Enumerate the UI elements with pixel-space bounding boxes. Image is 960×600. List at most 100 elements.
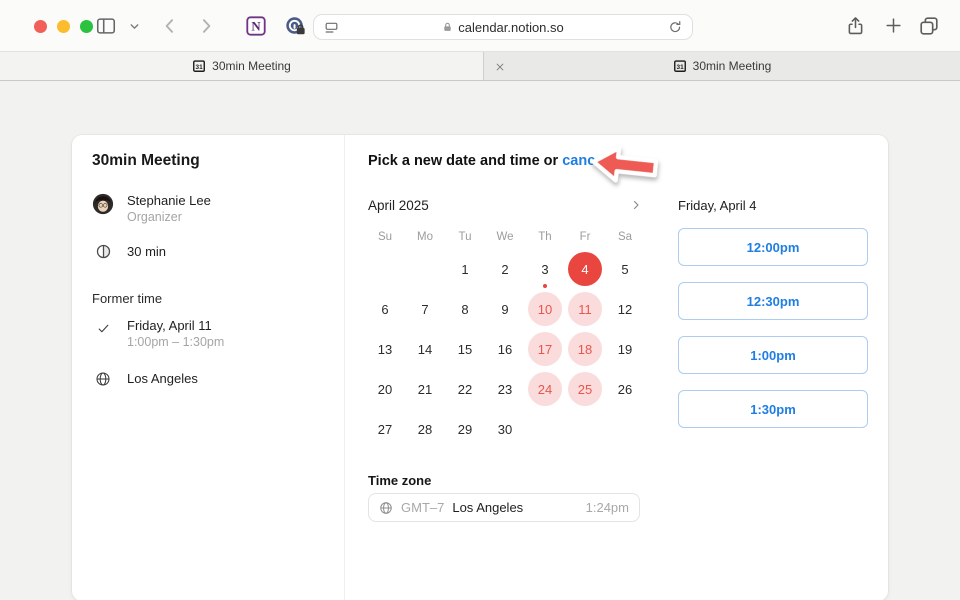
- month-label: April 2025: [368, 198, 429, 213]
- close-window-button[interactable]: [34, 20, 47, 33]
- sidebar-toggle-icon[interactable]: [95, 15, 117, 37]
- svg-text:N: N: [251, 20, 261, 34]
- former-date: Friday, April 11: [127, 318, 224, 334]
- timezone-offset: GMT–7: [401, 500, 444, 515]
- calendar-day: 26: [605, 369, 645, 409]
- time-slot-button[interactable]: 12:30pm: [678, 282, 868, 320]
- meeting-info-panel: 30min Meeting Stephanie Lee Orga: [72, 135, 345, 600]
- svg-text:31: 31: [676, 64, 684, 71]
- calendar-day: 1: [445, 249, 485, 289]
- forward-button[interactable]: [196, 16, 216, 36]
- booking-card: 30min Meeting Stephanie Lee Orga: [72, 135, 888, 600]
- calendar-empty-cell: [365, 249, 405, 289]
- calendar-day[interactable]: 4: [565, 249, 605, 289]
- weekday-label: Sa: [605, 229, 645, 245]
- former-time-row: Friday, April 11 1:00pm – 1:30pm: [92, 318, 224, 350]
- tab-title: 30min Meeting: [212, 59, 291, 73]
- slot-date-label: Friday, April 4: [678, 198, 757, 213]
- time-slot-button[interactable]: 12:00pm: [678, 228, 868, 266]
- window-controls: [34, 20, 93, 33]
- back-button[interactable]: [160, 16, 180, 36]
- chevron-down-icon[interactable]: [128, 20, 141, 33]
- timezone-selector[interactable]: GMT–7 Los Angeles 1:24pm: [368, 493, 640, 522]
- browser-window: N: [0, 0, 960, 600]
- tab-favicon-calendar-icon: 31: [673, 59, 687, 73]
- minimize-window-button[interactable]: [57, 20, 70, 33]
- weekday-label: Th: [525, 229, 565, 245]
- tab-overview-icon[interactable]: [918, 15, 940, 37]
- calendar-day: 23: [485, 369, 525, 409]
- calendar-day: 27: [365, 409, 405, 449]
- timezone-label: Time zone: [368, 473, 431, 488]
- calendar-day[interactable]: 10: [525, 289, 565, 329]
- timezone-city: Los Angeles: [452, 500, 523, 515]
- calendar-day: 22: [445, 369, 485, 409]
- calendar-day: 28: [405, 409, 445, 449]
- meeting-duration: 30 min: [127, 244, 166, 260]
- annotation-arrow-icon: [587, 138, 663, 191]
- calendar-day: 29: [445, 409, 485, 449]
- new-tab-icon[interactable]: [884, 16, 903, 35]
- tab-title: 30min Meeting: [693, 59, 772, 73]
- calendar-day[interactable]: 24: [525, 369, 565, 409]
- weekday-label: We: [485, 229, 525, 245]
- calendar-day: 16: [485, 329, 525, 369]
- share-icon[interactable]: [845, 15, 866, 37]
- notion-extension-icon[interactable]: N: [245, 15, 267, 37]
- check-icon: [92, 318, 114, 335]
- slot-list: 12:00pm 12:30pm 1:00pm 1:30pm: [678, 228, 868, 428]
- weekday-label: Su: [365, 229, 405, 245]
- calendar-grid: 1234567891011121314151617181920212223242…: [365, 249, 645, 449]
- calendar-day: 3: [525, 249, 565, 289]
- calendar-day[interactable]: 17: [525, 329, 565, 369]
- calendar-day[interactable]: 18: [565, 329, 605, 369]
- tab-close-icon[interactable]: [492, 59, 507, 74]
- organizer-role: Organizer: [127, 209, 211, 225]
- calendar-day: 21: [405, 369, 445, 409]
- calendar-day: 2: [485, 249, 525, 289]
- page-content: 30min Meeting Stephanie Lee Orga: [0, 81, 960, 600]
- location-row: Los Angeles: [92, 371, 198, 387]
- calendar-day: 6: [365, 289, 405, 329]
- time-slot-button[interactable]: 1:30pm: [678, 390, 868, 428]
- tab-favicon-calendar-icon: 31: [192, 59, 206, 73]
- tab-inactive[interactable]: 31 30min Meeting: [484, 52, 960, 80]
- globe-icon: [379, 501, 393, 515]
- password-manager-icon[interactable]: [284, 15, 306, 37]
- organizer-name: Stephanie Lee: [127, 193, 211, 209]
- calendar-day[interactable]: 25: [565, 369, 605, 409]
- weekday-label: Mo: [405, 229, 445, 245]
- calendar-day: 14: [405, 329, 445, 369]
- calendar-day: 15: [445, 329, 485, 369]
- calendar-day: 20: [365, 369, 405, 409]
- former-time-label: Former time: [92, 291, 162, 306]
- weekday-label: Tu: [445, 229, 485, 245]
- weekday-label: Fr: [565, 229, 605, 245]
- calendar-day: 13: [365, 329, 405, 369]
- address-bar[interactable]: calendar.notion.so: [313, 14, 693, 40]
- time-slot-button[interactable]: 1:00pm: [678, 336, 868, 374]
- reload-icon[interactable]: [668, 20, 683, 40]
- calendar-day: 12: [605, 289, 645, 329]
- header-text: Pick a new date and time or: [368, 153, 558, 169]
- month-header: April 2025: [368, 196, 645, 214]
- url-text: calendar.notion.so: [458, 20, 564, 35]
- zoom-window-button[interactable]: [80, 20, 93, 33]
- meeting-title: 30min Meeting: [92, 152, 200, 170]
- weekday-row: SuMoTuWeThFrSa: [365, 229, 645, 245]
- calendar-day: 8: [445, 289, 485, 329]
- calendar-day: 30: [485, 409, 525, 449]
- reschedule-header: Pick a new date and time or cancel: [368, 153, 607, 169]
- tab-active[interactable]: 31 30min Meeting: [0, 52, 484, 80]
- duration-icon: [92, 243, 114, 260]
- meeting-location: Los Angeles: [127, 371, 198, 387]
- page-settings-icon[interactable]: [323, 20, 340, 41]
- timezone-current-time: 1:24pm: [586, 500, 629, 515]
- next-month-icon[interactable]: [627, 196, 645, 214]
- globe-icon: [92, 371, 114, 387]
- svg-text:31: 31: [196, 64, 204, 71]
- calendar-day[interactable]: 11: [565, 289, 605, 329]
- calendar-empty-cell: [405, 249, 445, 289]
- organizer-avatar: [92, 193, 114, 215]
- calendar-day: 7: [405, 289, 445, 329]
